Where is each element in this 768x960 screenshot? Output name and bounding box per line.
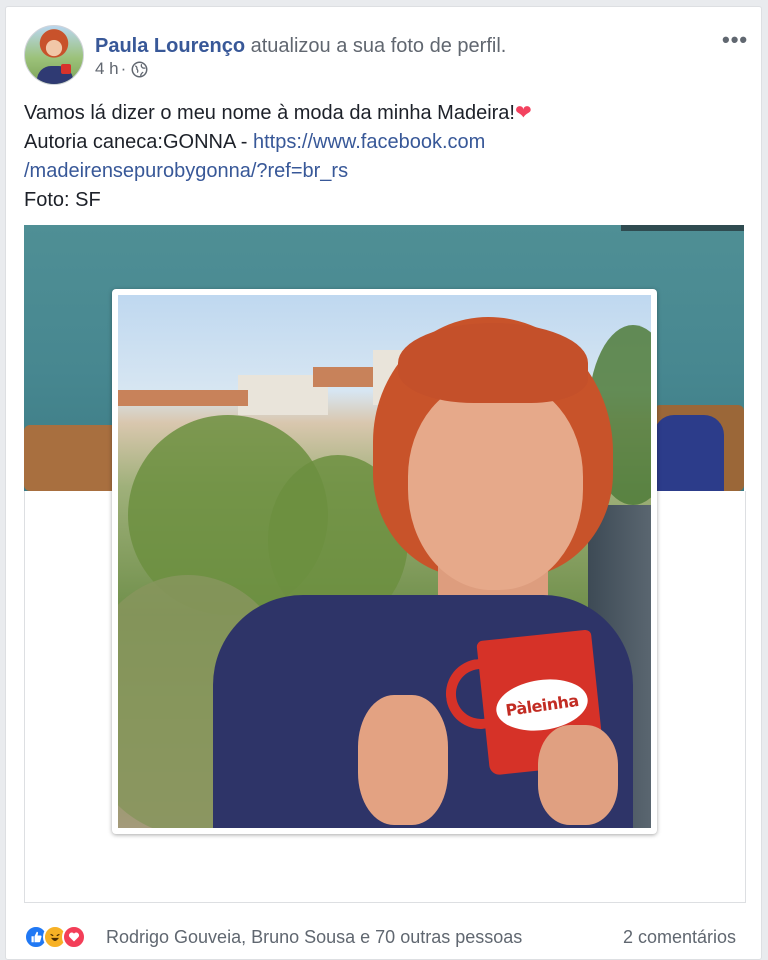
profile-photo[interactable]: Pàleinha	[118, 295, 651, 828]
post-text-line2: Autoria caneca:GONNA - https://www.faceb…	[24, 128, 744, 157]
cover-person	[654, 415, 724, 491]
meta-separator: ·	[120, 59, 127, 78]
post-header: Paula Lourenço atualizou a sua foto de p…	[95, 33, 506, 59]
facebook-link-part1[interactable]: https://www.facebook.com	[253, 131, 485, 153]
post-meta: 4 h ·	[95, 59, 148, 79]
photo-roof-2	[118, 390, 248, 406]
post-text-line2b: /madeirensepurobygonna/?ref=br_rs	[24, 157, 744, 186]
profile-avatar[interactable]	[24, 25, 84, 85]
avatar-mug	[61, 64, 71, 74]
post-text-line1-content: Vamos lá dizer o meu nome à moda da minh…	[24, 102, 515, 124]
post-time[interactable]: 4 h	[95, 59, 119, 79]
reaction-icons[interactable]	[24, 925, 86, 949]
photo-bangs	[398, 323, 588, 403]
photo-credit: Foto: SF	[24, 189, 101, 211]
comments-count[interactable]: 2 comentários	[623, 927, 736, 948]
facebook-link-part2[interactable]: /madeirensepurobygonna/?ref=br_rs	[24, 160, 348, 182]
more-options-icon[interactable]: •••	[722, 27, 748, 53]
photo-face	[408, 380, 583, 590]
author-name[interactable]: Paula Lourenço	[95, 35, 245, 57]
cover-wall-frame	[621, 225, 744, 231]
heart-emoji-icon: ❤	[515, 102, 532, 124]
photo-hand-right	[538, 725, 618, 825]
photo-hand-left	[358, 695, 448, 825]
post-card: Paula Lourenço atualizou a sua foto de p…	[5, 6, 762, 960]
mug-text: Pàleinha	[504, 690, 580, 720]
reaction-names[interactable]: Rodrigo Gouveia, Bruno Sousa e 70 outras…	[106, 927, 522, 948]
love-reaction-icon	[62, 925, 86, 949]
post-text: Vamos lá dizer o meu nome à moda da minh…	[24, 99, 744, 215]
post-text-line1: Vamos lá dizer o meu nome à moda da minh…	[24, 99, 744, 128]
post-action: atualizou a sua foto de perfil.	[250, 35, 507, 57]
mug-credit-text: Autoria caneca:GONNA -	[24, 131, 253, 153]
profile-photo-frame[interactable]: Pàleinha	[112, 289, 657, 834]
globe-icon[interactable]	[131, 61, 148, 78]
